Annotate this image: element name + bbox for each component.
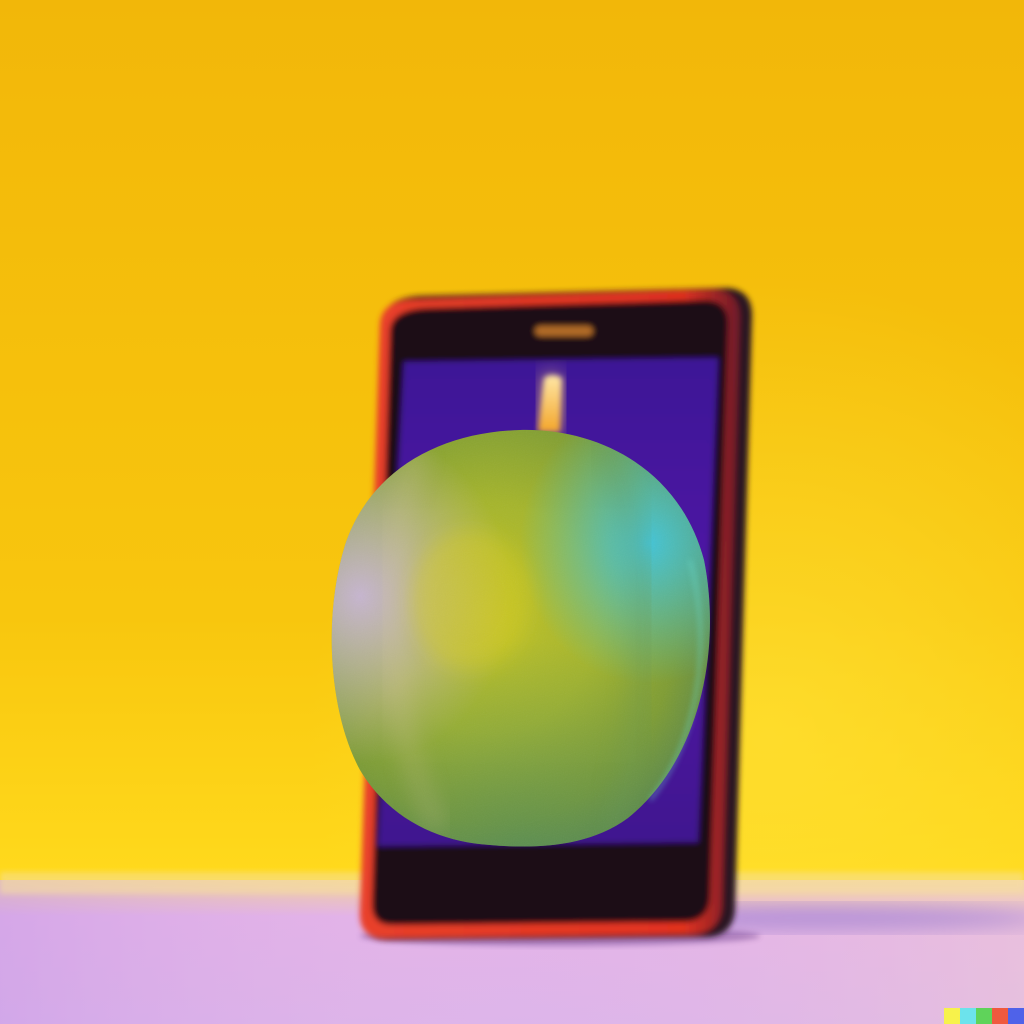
watermark-color-strip (944, 1008, 1024, 1024)
scene-illustration (0, 0, 1024, 1024)
watermark-swatch-cyan (960, 1008, 976, 1024)
watermark-swatch-yellow (944, 1008, 960, 1024)
photo-scene (0, 0, 1024, 1024)
watermark-swatch-red (992, 1008, 1008, 1024)
watermark-swatch-green (976, 1008, 992, 1024)
apple-stem-icon (538, 372, 562, 434)
phone-speaker-icon (535, 326, 593, 336)
watermark-swatch-blue (1008, 1008, 1024, 1024)
